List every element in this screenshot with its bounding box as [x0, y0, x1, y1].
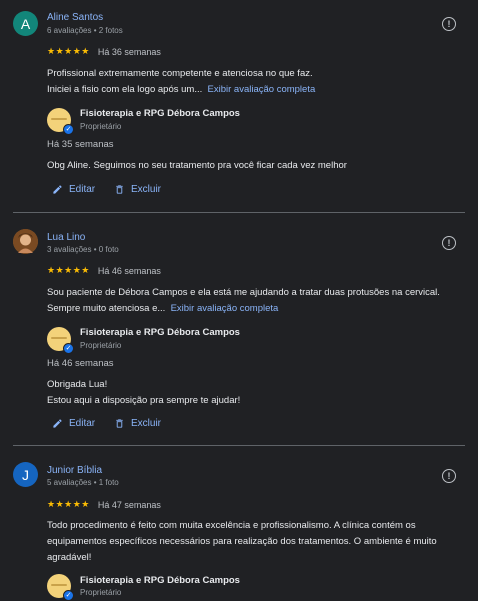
review-text-line: Todo procedimento é feito com muita exce…	[47, 520, 416, 531]
reviewer-name[interactable]: Junior Bíblia	[47, 465, 102, 476]
reviewer-meta: 5 avaliações • 1 foto	[47, 478, 119, 487]
review-text-line: agradável!	[47, 552, 92, 563]
review-text-line: equipamentos específicos necessários par…	[47, 536, 437, 547]
report-icon[interactable]: !	[442, 469, 456, 483]
avatar[interactable]: J	[13, 462, 38, 487]
review-text: Todo procedimento é feito com muita exce…	[47, 518, 467, 566]
owner-name: Fisioterapia e RPG Débora Campos	[80, 575, 240, 586]
rating-row: ★★★★★ Há 47 semanas	[47, 499, 161, 510]
review-time: Há 47 semanas	[97, 499, 161, 510]
star-rating: ★★★★★	[47, 499, 90, 509]
verified-check-icon: ✓	[63, 590, 74, 601]
owner-logo: ✓	[47, 574, 74, 601]
review-card: J Junior Bíblia 5 avaliações • 1 foto ! …	[0, 0, 478, 601]
owner-role: Proprietário	[80, 588, 122, 597]
